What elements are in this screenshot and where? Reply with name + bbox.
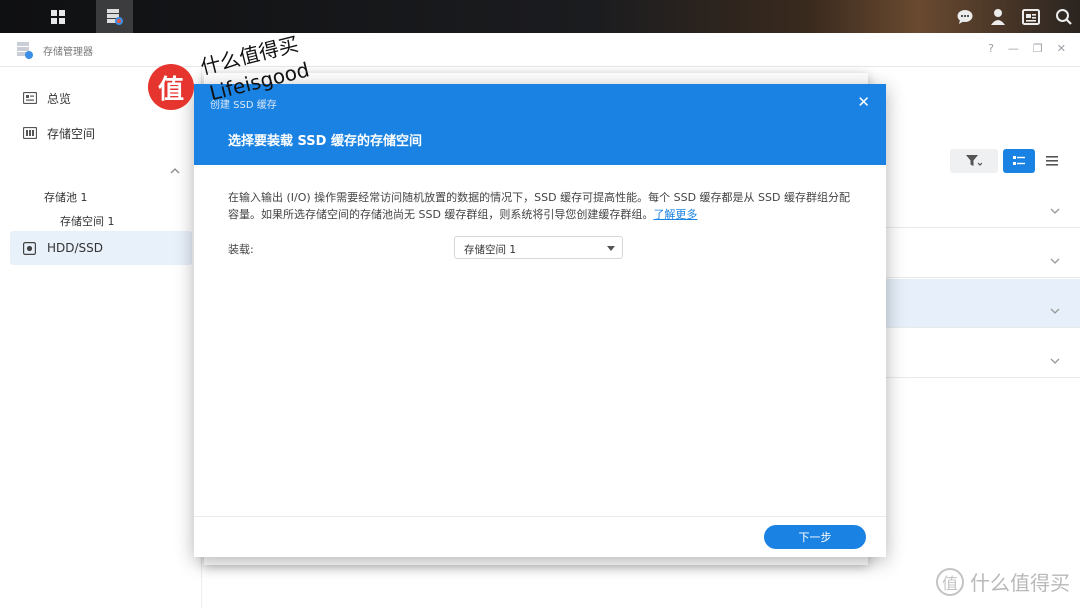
storage-manager-icon	[106, 8, 123, 25]
search-icon[interactable]	[1047, 0, 1080, 33]
chat-icon[interactable]	[948, 0, 981, 33]
sidebar-item-label: 存储空间	[47, 126, 96, 141]
chevron-down-icon[interactable]	[1050, 199, 1060, 218]
taskbar-tray	[948, 0, 1080, 33]
chevron-down-icon[interactable]	[1050, 299, 1060, 318]
grid-icon	[50, 9, 65, 24]
window-title: 存储管理器	[43, 47, 93, 58]
help-button[interactable]: ?	[988, 42, 994, 55]
storage-manager-logo-icon	[14, 40, 34, 64]
storage-manager-taskbar-button[interactable]	[96, 0, 133, 33]
learn-more-link[interactable]: 了解更多	[653, 208, 697, 221]
widgets-icon[interactable]	[1014, 0, 1047, 33]
description-text: 在输入输出 (I/O) 操作需要经常访问随机放置的数据的情况下，SSD 缓存可提…	[228, 191, 850, 221]
sidebar: 总览 存储空间 存储池 1 存储空间 1 HDD/SSD	[0, 67, 202, 608]
watermark-circle-badge: 值	[936, 567, 964, 596]
minimize-button[interactable]: —	[1008, 42, 1019, 55]
disk-icon	[23, 241, 39, 255]
taskbar	[0, 0, 1080, 33]
sidebar-item-label: HDD/SSD	[47, 241, 104, 255]
menu-lines-icon	[1046, 156, 1058, 166]
sidebar-item-volume-1[interactable]: 存储空间 1	[60, 213, 115, 229]
list-item[interactable]	[883, 329, 1080, 378]
corner-watermark: 值 什么值得买	[936, 567, 1070, 596]
filter-icon	[966, 155, 982, 166]
storage-icon	[23, 127, 39, 139]
compact-view-button[interactable]	[1037, 149, 1067, 173]
close-window-button[interactable]: ✕	[1057, 42, 1066, 55]
volume-select-value: 存储空间 1	[464, 244, 517, 256]
list-item[interactable]	[883, 179, 1080, 228]
list-item[interactable]	[883, 279, 1080, 328]
chevron-down-icon[interactable]	[1050, 249, 1060, 268]
volume-select[interactable]: 存储空间 1	[454, 236, 623, 259]
mount-label: 装载:	[228, 243, 254, 256]
restore-button[interactable]: ❐	[1033, 42, 1043, 55]
chevron-up-icon[interactable]	[170, 159, 180, 178]
create-ssd-cache-dialog: 创建 SSD 缓存 ✕ 选择要装载 SSD 缓存的存储空间 在输入输出 (I/O…	[194, 84, 886, 557]
sidebar-item-label: 总览	[47, 91, 72, 106]
dialog-footer-divider	[194, 516, 886, 517]
window-titlebar: 存储管理器 ? — ❐ ✕	[0, 33, 1080, 67]
dialog-title: 选择要装载 SSD 缓存的存储空间	[228, 134, 422, 149]
dialog-header: 创建 SSD 缓存 ✕ 选择要装载 SSD 缓存的存储空间	[194, 84, 886, 165]
sidebar-item-storage[interactable]: 存储空间	[10, 116, 192, 150]
sidebar-item-storage-pool-1[interactable]: 存储池 1	[44, 189, 88, 205]
close-icon[interactable]: ✕	[857, 93, 870, 111]
chevron-down-icon[interactable]	[1050, 349, 1060, 368]
window-controls: ? — ❐ ✕	[988, 42, 1066, 55]
corner-watermark-text: 什么值得买	[970, 571, 1070, 595]
main-menu-button[interactable]	[39, 0, 76, 33]
list-item[interactable]	[883, 229, 1080, 278]
watermark-badge: 值	[148, 64, 194, 110]
dialog-description: 在输入输出 (I/O) 操作需要经常访问随机放置的数据的情况下，SSD 缓存可提…	[228, 189, 858, 223]
next-button[interactable]: 下一步	[764, 525, 866, 549]
list-view-button[interactable]	[1003, 149, 1035, 173]
overview-icon	[23, 92, 39, 104]
detail-list-icon	[1013, 156, 1025, 165]
dropdown-caret-icon	[607, 246, 615, 251]
user-icon[interactable]	[981, 0, 1014, 33]
filter-button[interactable]	[950, 149, 998, 173]
sidebar-item-hdd-ssd[interactable]: HDD/SSD	[10, 231, 192, 265]
